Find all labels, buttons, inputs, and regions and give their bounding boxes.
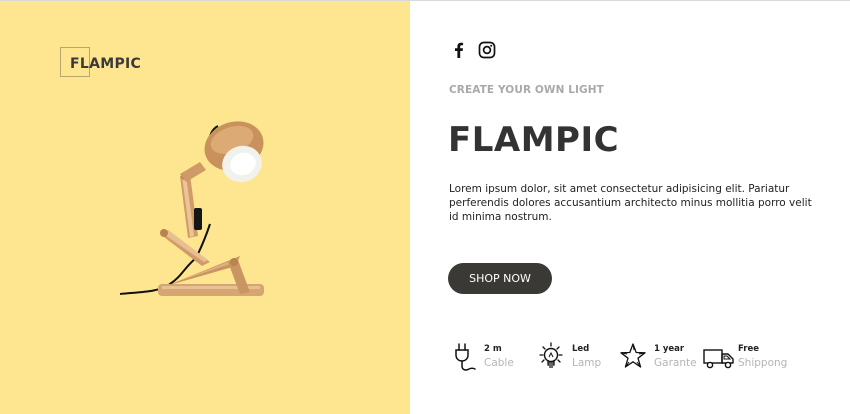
social-links: [450, 41, 496, 59]
star-icon: [620, 343, 646, 368]
shop-now-label: SHOP NOW: [469, 272, 531, 285]
feature-subtitle: Garante: [654, 357, 697, 369]
hero-eyebrow: CREATE YOUR OWN LIGHT: [449, 84, 604, 96]
instagram-icon[interactable]: [478, 41, 496, 59]
product-description: Lorem ipsum dolor, sit amet consectetur …: [449, 183, 812, 223]
feature-title: Led: [572, 344, 590, 354]
product-info-panel: CREATE YOUR OWN LIGHT FLAMPIC Lorem ipsu…: [410, 1, 850, 414]
feature-title: 2 m: [484, 344, 502, 354]
feature-subtitle: Cable: [484, 357, 514, 369]
truck-icon: [703, 349, 734, 369]
feature-subtitle: Shippong: [738, 357, 788, 369]
page-title: FLAMPIC: [448, 120, 620, 160]
lightbulb-icon: [539, 342, 563, 368]
logo-text: FLAMPIC: [70, 56, 142, 72]
feature-title: Free: [738, 344, 759, 354]
product-lamp-image: [119, 121, 264, 296]
product-image-panel: FLAMPIC: [0, 1, 410, 414]
shop-now-button[interactable]: SHOP NOW: [448, 263, 552, 294]
feature-subtitle: Lamp: [572, 357, 602, 369]
plug-icon: [455, 343, 476, 371]
feature-list: 2 m Cable Led Lamp 1 year Garante Free S…: [450, 337, 850, 381]
facebook-icon[interactable]: [450, 41, 468, 59]
feature-title: 1 year: [654, 344, 685, 354]
